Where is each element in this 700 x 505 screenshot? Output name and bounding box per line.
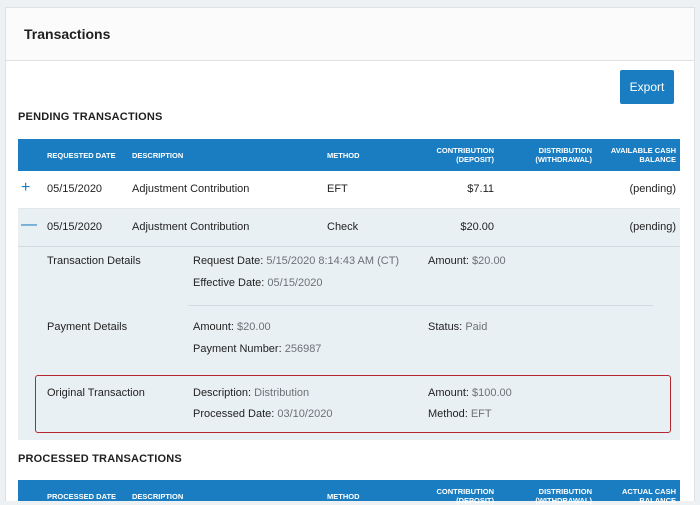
pending-section-title: PENDING TRANSACTIONS bbox=[18, 111, 163, 123]
col-distribution[interactable]: DISTRIBUTION (WITHDRAWAL) bbox=[508, 146, 592, 164]
transaction-details-label: Transaction Details bbox=[47, 255, 141, 267]
col-contribution-line1: CONTRIBUTION bbox=[436, 146, 495, 155]
original-amount: Amount: $100.00 bbox=[428, 387, 512, 399]
expand-icon[interactable]: + bbox=[21, 180, 30, 196]
pending-table-header: REQUESTED DATE DESCRIPTION METHOD CONTRI… bbox=[18, 139, 680, 171]
col-contribution-line2: (DEPOSIT) bbox=[456, 155, 494, 164]
row-method: Check bbox=[327, 221, 359, 233]
col-balance[interactable]: ACTUAL CASH BALANCE bbox=[596, 487, 676, 505]
row-contribution: $20.00 bbox=[460, 221, 494, 233]
transaction-details-panel: Transaction Details Request Date: 5/15/2… bbox=[18, 247, 680, 440]
table-row-expanded[interactable]: — 05/15/2020 Adjustment Contribution Che… bbox=[18, 209, 680, 247]
effective-date: Effective Date: 05/15/2020 bbox=[193, 277, 323, 289]
col-balance[interactable]: AVAILABLE CASH BALANCE bbox=[596, 146, 676, 164]
original-method: Method: EFT bbox=[428, 408, 492, 420]
col-description[interactable]: DESCRIPTION bbox=[132, 151, 183, 160]
export-button[interactable]: Export bbox=[620, 70, 674, 104]
col-processed-date[interactable]: PROCESSED DATE bbox=[47, 492, 116, 501]
col-contribution[interactable]: CONTRIBUTION (DEPOSIT) bbox=[414, 487, 495, 505]
row-date: 05/15/2020 bbox=[47, 183, 103, 195]
row-description: Adjustment Contribution bbox=[132, 183, 250, 195]
panel-header: Transactions bbox=[6, 8, 694, 61]
col-contribution[interactable]: CONTRIBUTION (DEPOSIT) bbox=[414, 146, 495, 164]
col-distribution-line1: DISTRIBUTION bbox=[538, 146, 592, 155]
details-divider bbox=[188, 305, 653, 306]
payment-details-label: Payment Details bbox=[47, 321, 128, 333]
row-contribution: $7.11 bbox=[467, 183, 494, 195]
collapse-icon[interactable]: — bbox=[21, 217, 37, 233]
col-description[interactable]: DESCRIPTION bbox=[132, 492, 183, 501]
payment-number: Payment Number: 256987 bbox=[193, 343, 322, 355]
processed-section-title: PROCESSED TRANSACTIONS bbox=[18, 453, 182, 465]
page-title: Transactions bbox=[24, 26, 111, 42]
processed-table-header: PROCESSED DATE DESCRIPTION METHOD CONTRI… bbox=[18, 480, 680, 505]
col-distribution-line2: (WITHDRAWAL) bbox=[535, 155, 592, 164]
col-distribution-line1: DISTRIBUTION bbox=[538, 487, 592, 496]
row-method: EFT bbox=[327, 183, 348, 195]
col-method[interactable]: METHOD bbox=[327, 492, 360, 501]
row-date: 05/15/2020 bbox=[47, 221, 103, 233]
original-processed-date: Processed Date: 03/10/2020 bbox=[193, 408, 333, 420]
col-balance-line2: BALANCE bbox=[639, 155, 676, 164]
payment-amount: Amount: $20.00 bbox=[193, 321, 271, 333]
original-transaction-highlight bbox=[35, 375, 671, 433]
table-row[interactable]: + 05/15/2020 Adjustment Contribution EFT… bbox=[18, 171, 680, 209]
request-date: Request Date: 5/15/2020 8:14:43 AM (CT) bbox=[193, 255, 400, 267]
row-description: Adjustment Contribution bbox=[132, 221, 250, 233]
col-balance-line1: ACTUAL CASH bbox=[621, 487, 676, 496]
transaction-amount: Amount: $20.00 bbox=[428, 255, 506, 267]
original-transaction-label: Original Transaction bbox=[47, 387, 145, 399]
payment-status: Status: Paid bbox=[428, 321, 488, 333]
row-balance: (pending) bbox=[629, 221, 676, 233]
col-method[interactable]: METHOD bbox=[327, 151, 360, 160]
row-balance: (pending) bbox=[629, 183, 676, 195]
col-distribution[interactable]: DISTRIBUTION (WITHDRAWAL) bbox=[508, 487, 592, 505]
col-requested-date[interactable]: REQUESTED DATE bbox=[47, 151, 116, 160]
original-description: Description: Distribution bbox=[193, 387, 310, 399]
col-balance-line1: AVAILABLE CASH bbox=[610, 146, 676, 155]
col-contribution-line1: CONTRIBUTION bbox=[436, 487, 495, 496]
